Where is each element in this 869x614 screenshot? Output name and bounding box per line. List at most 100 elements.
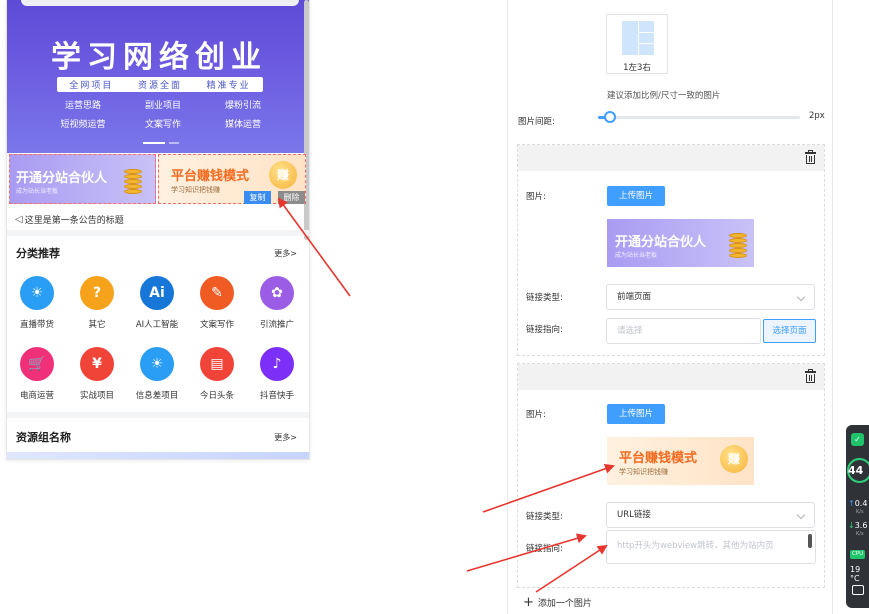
link-target-label: 链接指向: (526, 325, 563, 335)
chevron-down-icon (796, 510, 806, 520)
category-item[interactable]: Ai AI人工智能 (127, 276, 187, 330)
link-type-label: 链接类型: (526, 293, 563, 303)
link-target-placeholder: http开头为webview跳转，其他为站内页 (617, 541, 774, 551)
speaker-icon: ◁ (15, 214, 23, 225)
camera-icon[interactable] (852, 585, 864, 595)
link-target-input[interactable]: 请选择 (606, 318, 761, 344)
monitor-score: 44 (848, 464, 864, 477)
layout-option-1-left-3-right[interactable]: 1左3右 (606, 14, 668, 74)
spacing-value: 2px (809, 111, 825, 121)
system-monitor-widget[interactable]: ✓ 44 ↑0.4 K/s ↓3.6 K/s CPU 19 °C (846, 425, 869, 608)
cpu-badge: CPU (850, 550, 866, 559)
card-header (518, 364, 824, 390)
chevron-down-icon (796, 292, 806, 302)
link-type-select[interactable]: URL链接 (606, 502, 815, 528)
section-divider (7, 230, 309, 236)
link-type-select[interactable]: 前端页面 (606, 284, 815, 310)
trash-icon[interactable] (805, 150, 816, 164)
banner-partner[interactable]: 开通分站合伙人 成为站长当老板 (9, 154, 156, 204)
live-streaming-icon: ☀ (20, 276, 54, 310)
preview-scrollbar[interactable] (304, 0, 309, 240)
banner-title: 平台赚钱模式 (171, 169, 250, 184)
choose-page-button[interactable]: 选择页面 (763, 319, 816, 343)
layout-option-label: 1左3右 (623, 63, 651, 73)
mobile-preview: 学习网络创业 全网项目 资源全面 精准专业 运营思路 副业项目 爆粉引流 短视频… (6, 0, 310, 460)
banner-subtitle: 成为站长当老板 (16, 188, 59, 195)
delete-button[interactable]: 删除 (278, 191, 305, 204)
hero-tagline: 精准专业 (206, 81, 251, 91)
preview-subtitle: 学习知识把钱赚 (619, 468, 668, 476)
category-label: 其它 (88, 320, 106, 330)
category-item[interactable]: ♪ 抖音快手 (247, 347, 307, 401)
shield-check-icon: ✓ (851, 433, 864, 446)
money-bag-icon: ¥ (80, 347, 114, 381)
category-label: AI人工智能 (135, 320, 179, 330)
hero-keyword: 短视频运营 (60, 120, 106, 130)
ai-icon: Ai (140, 276, 174, 310)
category-item[interactable]: ¥ 实战项目 (67, 347, 127, 401)
upload-image-button[interactable]: 上传图片 (607, 186, 665, 206)
card-header (518, 145, 824, 171)
category-item[interactable]: ☀ 信息差项目 (127, 347, 187, 401)
image-preview-partner[interactable]: 开通分站合伙人 成为站长当老板 (607, 219, 754, 267)
link-type-value: URL链接 (617, 510, 651, 520)
category-more-link[interactable]: 更多> (274, 248, 297, 259)
category-item[interactable]: ✿ 引流推广 (247, 276, 307, 330)
spacing-label: 图片间距: (518, 117, 555, 127)
resource-more-link[interactable]: 更多> (274, 432, 297, 443)
download-speed-value: 3.6 (854, 521, 868, 530)
hero-banner[interactable]: 学习网络创业 全网项目 资源全面 精准专业 运营思路 副业项目 爆粉引流 短视频… (7, 0, 309, 153)
download-speed: ↓3.6 (848, 521, 868, 530)
add-image-button[interactable]: + 添加一个图片 (523, 596, 592, 609)
upload-speed: ↑0.4 (848, 499, 868, 508)
slider-handle[interactable] (604, 111, 617, 123)
plus-icon: + (523, 595, 534, 610)
category-label: 电商运营 (19, 391, 54, 401)
category-item[interactable]: ☀ 直播带货 (7, 276, 67, 330)
upload-image-button[interactable]: 上传图片 (607, 404, 665, 424)
carousel-indicator[interactable] (143, 142, 179, 144)
spacing-slider[interactable] (598, 111, 800, 123)
banner-title: 开通分站合伙人 (16, 171, 108, 186)
category-item[interactable]: ✎ 文案写作 (187, 276, 247, 330)
image-label: 图片: (526, 410, 546, 420)
category-label: 引流推广 (259, 320, 294, 330)
cpu-temperature: 19 °C (850, 565, 861, 583)
hero-keyword: 媒体运营 (224, 120, 261, 130)
category-section-title: 分类推荐 (16, 247, 60, 260)
link-target-textarea[interactable]: http开头为webview跳转，其他为站内页 (606, 530, 816, 564)
preview-title: 平台赚钱模式 (619, 451, 698, 466)
category-item[interactable]: ? 其它 (67, 276, 127, 330)
sun-icon: ☀ (140, 347, 174, 381)
category-item[interactable]: 🛒 电商运营 (7, 347, 67, 401)
hero-tagline: 资源全面 (137, 81, 182, 91)
image-preview-earning[interactable]: 平台赚钱模式 学习知识把钱赚 赚 (607, 437, 754, 485)
trash-icon[interactable] (805, 369, 816, 383)
category-item[interactable]: ▤ 今日头条 (187, 347, 247, 401)
category-label: 文案写作 (199, 320, 234, 330)
copy-button[interactable]: 复制 (244, 191, 271, 204)
preview-top-handle (21, 0, 299, 6)
add-image-label: 添加一个图片 (537, 599, 592, 609)
download-speed-unit: K/s (856, 531, 864, 537)
category-label: 抖音快手 (259, 391, 294, 401)
image-size-hint: 建议添加比例/尺寸一致的图片 (607, 91, 721, 101)
textarea-scrollbar[interactable] (808, 534, 812, 548)
notice-bar[interactable]: ◁ 这里是第一条公告的标题 (15, 213, 124, 226)
link-type-label: 链接类型: (526, 512, 563, 522)
upload-speed-unit: K/s (856, 509, 864, 515)
category-label: 直播带货 (19, 320, 54, 330)
section-divider (7, 412, 309, 418)
category-label: 实战项目 (79, 391, 114, 401)
link-target-label: 链接指向: (526, 544, 563, 554)
tiktok-icon: ♪ (260, 347, 294, 381)
hero-tagline: 全网项目 (69, 81, 114, 91)
users-icon: ✿ (260, 276, 294, 310)
hero-title: 学习网络创业 (51, 40, 267, 75)
shopping-cart-icon: 🛒 (20, 347, 54, 381)
edit-document-icon: ✎ (200, 276, 234, 310)
link-type-value: 前端页面 (617, 292, 652, 302)
hero-keyword: 副业项目 (144, 101, 181, 111)
image-label: 图片: (526, 192, 546, 202)
hero-keyword: 爆粉引流 (224, 101, 261, 111)
